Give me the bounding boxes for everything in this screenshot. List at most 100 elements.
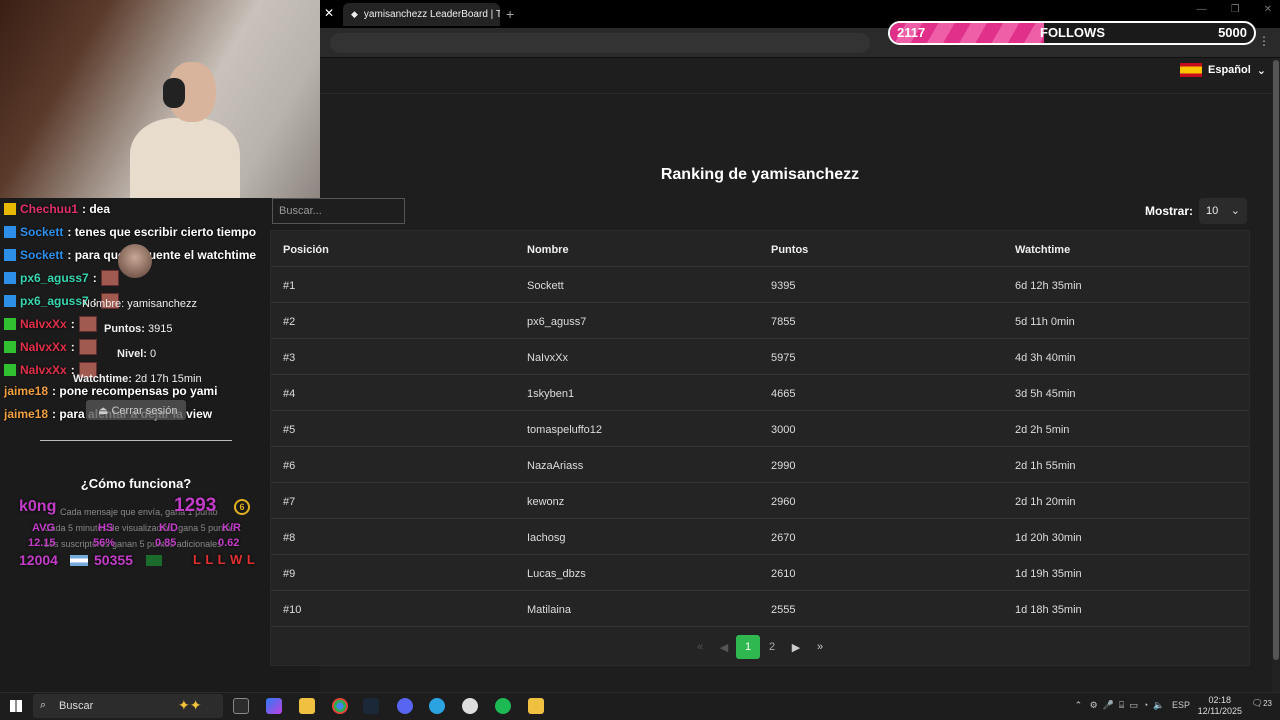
table-row: #10 Matilaina 2555 1d 18h 35min [271,591,1249,627]
level-badge: 6 [234,499,250,515]
input-language[interactable]: ESP [1172,700,1190,710]
player-name: k0ng [19,498,57,515]
chat-message: NaIvxXx: [4,316,97,332]
file-explorer-icon[interactable] [299,698,315,714]
kd-label: K/D [159,522,178,534]
search-input[interactable]: Buscar... [272,198,405,224]
close-window-icon[interactable]: ✕ [1264,4,1272,15]
obs-icon[interactable] [462,698,478,714]
saudi-flag-icon [146,555,162,566]
chevron-down-icon: ⌄ [1256,64,1267,77]
language-label: Español [1208,64,1251,76]
next-page-icon[interactable]: ▶ [784,635,808,659]
close-icon[interactable]: ✕ [322,6,336,20]
chat-message: Sockett: tenes que escribir cierto tiemp… [4,225,256,239]
chat-message: Chechuu1 : dea [4,202,110,216]
elo-value: 12004 [19,552,58,568]
chrome-icon[interactable] [332,698,348,714]
url-input[interactable] [330,33,870,53]
steam-icon[interactable] [363,698,379,714]
notification-icon[interactable]: 🗨23 [1252,698,1272,709]
first-page-icon[interactable]: « [688,635,712,659]
discord-icon[interactable] [397,698,413,714]
new-tab-icon[interactable]: + [506,6,514,22]
how-it-works-title: ¿Cómo funciona? [80,476,192,491]
scrollbar[interactable] [1272,58,1280,692]
minimize-icon[interactable]: — [1197,4,1207,15]
table-row: #8 Iachosg 2670 1d 20h 30min [271,519,1249,555]
table-cell-points: 2670 [771,532,796,544]
table-cell-pos: #10 [283,604,302,616]
spotify-icon[interactable] [495,698,511,714]
table-cell-pos: #6 [283,460,296,472]
follow-current: 2117 [897,25,926,40]
table-cell-pos: #9 [283,568,296,580]
chat-username[interactable]: jaime18 [4,384,48,398]
table-cell-watchtime: 1d 20h 30min [1015,532,1082,544]
table-cell-pos: #3 [283,352,296,364]
chat-username[interactable]: NaIvxXx [20,317,67,331]
hs-label: HS [98,522,114,534]
chat-username[interactable]: Sockett [20,248,63,262]
chat-username[interactable]: px6_aguss7 [20,294,89,308]
table-cell-points: 5975 [771,352,796,364]
windows-start-icon[interactable] [10,700,22,712]
logout-label[interactable]: ⏏ Cerrar sesión [98,404,178,417]
app-icon[interactable] [528,698,544,714]
emote-icon [100,270,119,287]
system-tray[interactable]: ⌃ ⚙ 🎤 ⌸ ▭ ◔ 🔈 ESP [1075,700,1190,711]
how-line: Cada 5 minutos de visualización, gana 5 … [44,523,236,533]
table-cell-watchtime: 5d 11h 0min [1015,316,1075,328]
column-header[interactable]: Puntos [771,244,808,256]
prev-page-icon[interactable]: ◀ [712,635,736,659]
chat-username[interactable]: px6_aguss7 [20,271,89,285]
column-header[interactable]: Watchtime [1015,244,1070,256]
table-cell-points: 2990 [771,460,796,472]
page-button[interactable]: 1 [736,635,760,659]
chat-text: : dea [82,202,111,216]
chevron-down-icon: ⌄ [1230,205,1240,217]
table-cell-pos: #8 [283,532,296,544]
chat-badge-icon [4,295,16,308]
clock[interactable]: 02:18 12/11/2025 [1198,695,1242,717]
task-view-icon[interactable] [233,698,249,714]
chat-username[interactable]: Chechuu1 [20,202,78,216]
pagination: « ◀ 1 2 ▶ » [271,635,1249,659]
chat-username[interactable]: Sockett [20,225,63,239]
table-cell-watchtime: 2d 1h 20min [1015,496,1076,508]
show-label: Mostrar: [1145,204,1194,218]
copilot-icon[interactable] [266,698,282,714]
browser-tab[interactable]: ◆ yamisanchezz LeaderBoard | Th ✕ [343,3,500,26]
page-size-select[interactable]: 10 ⌄ [1199,198,1247,224]
header-divider [320,93,1272,94]
column-header[interactable]: Posición [283,244,329,256]
chat-username[interactable]: NaIvxXx [20,340,67,354]
column-header[interactable]: Nombre [527,244,569,256]
page-button[interactable]: 2 [760,635,784,659]
table-row: #5 tomaspeluffo12 3000 2d 2h 5min [271,411,1249,447]
maximize-icon[interactable]: ❐ [1231,4,1240,15]
chat-message: jaime18: pone recompensas po yami [4,384,217,398]
table-cell-name: Matilaina [527,604,572,616]
language-selector[interactable]: Español ⌄ [1180,63,1266,77]
table-cell-points: 4665 [771,388,796,400]
table-cell-points: 3000 [771,424,796,436]
table-cell-name: Iachosg [527,532,566,544]
menu-icon[interactable]: ⋮ [1258,34,1270,49]
profile-points: Puntos: 3915 [104,323,173,335]
table-cell-watchtime: 2d 1h 55min [1015,460,1076,472]
chat-username[interactable]: NaIvxXx [20,363,67,377]
table-cell-points: 2610 [771,568,796,580]
table-cell-name: NaIvxXx [527,352,568,364]
table-cell-watchtime: 6d 12h 35min [1015,280,1082,292]
page-size-value: 10 [1206,205,1219,217]
table-row: #1 Sockett 9395 6d 12h 35min [271,267,1249,303]
chat-username[interactable]: jaime18 [4,407,48,421]
table-row: #9 Lucas_dbzs 2610 1d 19h 35min [271,555,1249,591]
last-page-icon[interactable]: » [808,635,832,659]
telegram-icon[interactable] [429,698,445,714]
table-cell-name: tomaspeluffo12 [527,424,603,436]
table-cell-watchtime: 2d 2h 5min [1015,424,1070,436]
follow-goal-bar: 2117 FOLLOWS 5000 [888,21,1256,45]
window-controls[interactable]: — ❐ ✕ [1197,4,1272,15]
